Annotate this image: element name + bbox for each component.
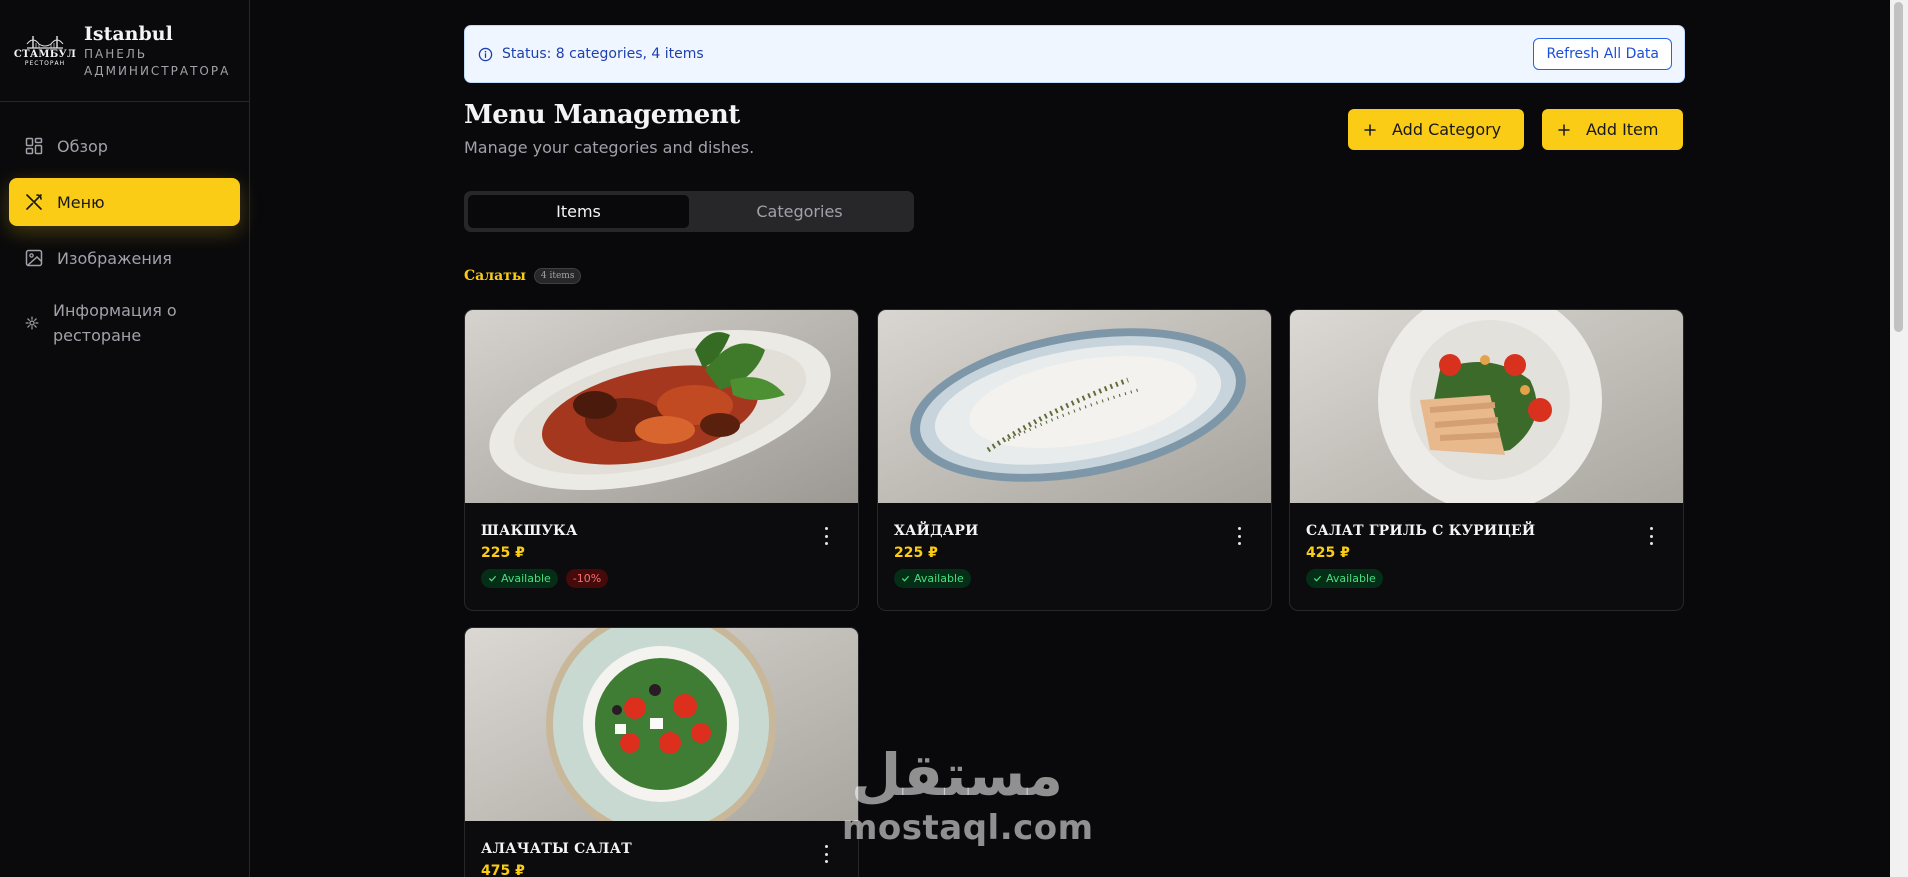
sidebar-item-label: Обзор xyxy=(57,136,108,156)
more-options-icon[interactable] xyxy=(822,845,830,863)
dish-name: АЛАЧАТЫ САЛАТ xyxy=(481,841,632,857)
page-scrollbar[interactable] xyxy=(1890,0,1908,877)
tab-categories[interactable]: Categories xyxy=(689,195,910,228)
logo-sub-text: РЕСТОРАН xyxy=(24,59,66,67)
dish-name: САЛАТ ГРИЛЬ С КУРИЦЕЙ xyxy=(1306,523,1536,539)
sidebar-item-label: Изображения xyxy=(57,248,172,268)
scrollbar-thumb[interactable] xyxy=(1894,2,1903,332)
menu-item-card[interactable]: АЛАЧАТЫ САЛАТ 475 ₽ xyxy=(464,627,859,877)
category-title: Салаты xyxy=(464,268,526,284)
tab-items[interactable]: Items xyxy=(468,195,689,228)
page-subtitle: Manage your categories and dishes. xyxy=(464,138,755,157)
menu-item-card[interactable]: САЛАТ ГРИЛЬ С КУРИЦЕЙ 425 ₽ Available xyxy=(1289,309,1684,611)
add-category-label: Add Category xyxy=(1392,120,1502,139)
sidebar: СТАМБУЛ РЕСТОРАН Istanbul ПАНЕЛЬ АДМИНИС… xyxy=(0,0,250,877)
add-category-button[interactable]: Add Category xyxy=(1348,109,1524,150)
brand-header: СТАМБУЛ РЕСТОРАН Istanbul ПАНЕЛЬ АДМИНИС… xyxy=(0,0,249,102)
add-item-label: Add Item xyxy=(1586,120,1659,139)
category-count-badge: 4 items xyxy=(533,268,582,284)
sidebar-item-restaurant-info[interactable]: Информация о ресторане xyxy=(9,290,240,356)
info-icon xyxy=(478,47,493,61)
more-options-icon[interactable] xyxy=(822,527,830,545)
availability-badge: Available xyxy=(481,569,558,588)
dish-price: 225 ₽ xyxy=(481,545,525,561)
dish-photo xyxy=(878,310,1271,503)
gear-icon xyxy=(25,316,39,330)
plus-icon xyxy=(1558,123,1570,136)
plus-icon xyxy=(1364,123,1376,136)
add-item-button[interactable]: Add Item xyxy=(1542,109,1683,150)
sidebar-item-label: Информация о ресторане xyxy=(53,301,177,345)
dashboard-grid-icon xyxy=(25,137,43,155)
bridge-icon xyxy=(26,35,64,49)
availability-badge: Available xyxy=(894,569,971,588)
check-icon xyxy=(488,575,497,582)
sidebar-nav: Обзор Меню Изображения Информация о рест… xyxy=(0,102,249,356)
dish-price: 475 ₽ xyxy=(481,863,525,877)
status-banner: Status: 8 categories, 4 items Refresh Al… xyxy=(464,25,1685,83)
page-title: Menu Management xyxy=(464,100,740,130)
restaurant-logo: СТАМБУЛ РЕСТОРАН xyxy=(14,29,76,73)
menu-item-card[interactable]: ШАКШУКА 225 ₽ Available -10% xyxy=(464,309,859,611)
dish-price: 425 ₽ xyxy=(1306,545,1350,561)
check-icon xyxy=(1313,575,1322,582)
dish-photo xyxy=(465,628,858,821)
check-icon xyxy=(901,575,910,582)
brand-name: Istanbul xyxy=(84,22,173,45)
discount-badge: -10% xyxy=(565,569,609,588)
dish-photo xyxy=(465,310,858,503)
image-icon xyxy=(25,249,43,267)
utensils-crossed-icon xyxy=(26,194,42,210)
menu-item-card[interactable]: ХАЙДАРИ 225 ₽ Available xyxy=(877,309,1272,611)
brand-subtitle: ПАНЕЛЬ АДМИНИСТРАТОРА xyxy=(84,46,231,78)
dish-name: ШАКШУКА xyxy=(481,523,578,539)
availability-badge: Available xyxy=(1306,569,1383,588)
dish-name: ХАЙДАРИ xyxy=(894,523,979,539)
more-options-icon[interactable] xyxy=(1235,527,1243,545)
dish-photo xyxy=(1290,310,1683,503)
sidebar-item-overview[interactable]: Обзор xyxy=(9,122,240,170)
view-tabs: Items Categories xyxy=(464,191,914,232)
dish-price: 225 ₽ xyxy=(894,545,938,561)
refresh-all-button[interactable]: Refresh All Data xyxy=(1533,38,1672,70)
sidebar-item-label: Меню xyxy=(57,192,105,212)
sidebar-item-menu[interactable]: Меню xyxy=(9,178,240,226)
sidebar-item-images[interactable]: Изображения xyxy=(9,234,240,282)
status-text: Status: 8 categories, 4 items xyxy=(502,46,704,62)
category-section-header: Салаты 4 items xyxy=(464,268,582,284)
more-options-icon[interactable] xyxy=(1647,527,1655,545)
logo-main-text: СТАМБУЛ xyxy=(13,48,77,60)
main-content: Status: 8 categories, 4 items Refresh Al… xyxy=(250,0,1890,877)
